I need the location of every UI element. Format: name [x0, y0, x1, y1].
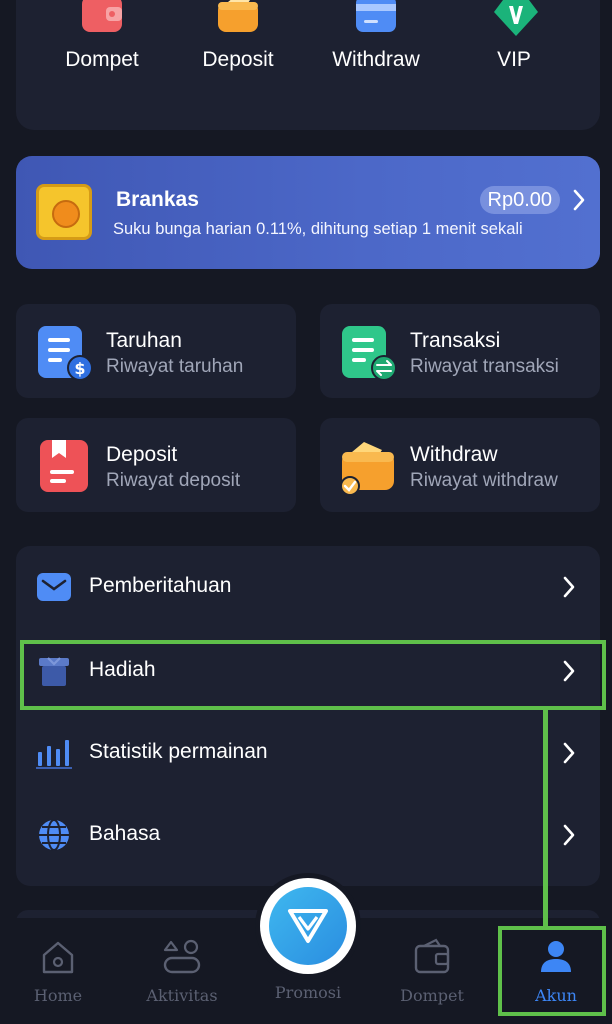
- chevron-right-icon: [563, 576, 575, 598]
- nav-home-label: Home: [33, 986, 83, 1005]
- withdraw-history-icon: [338, 438, 394, 496]
- menu-item-statistik[interactable]: Statistik permainan: [16, 712, 600, 794]
- taruhan-tile[interactable]: $ Taruhan Riwayat taruhan: [16, 304, 296, 398]
- bar-chart-icon: [36, 736, 72, 770]
- quick-withdraw-button[interactable]: Withdraw: [306, 0, 446, 72]
- bahasa-label: Bahasa: [89, 822, 161, 845]
- svg-text:$: $: [74, 359, 85, 378]
- quick-dompet-label: Dompet: [65, 48, 139, 71]
- quick-deposit-label: Deposit: [202, 48, 274, 71]
- taruhan-title: Taruhan: [106, 329, 182, 352]
- chevron-right-icon: [563, 742, 575, 764]
- transaction-history-icon: [342, 324, 397, 381]
- nav-dompet[interactable]: Dompet: [382, 938, 482, 1005]
- transaksi-subtitle: Riwayat transaksi: [410, 356, 559, 377]
- chevron-right-icon: [573, 189, 585, 211]
- nav-aktivitas[interactable]: Aktivitas: [132, 938, 232, 1005]
- nav-aktivitas-label: Aktivitas: [146, 986, 218, 1005]
- quick-deposit-button[interactable]: Deposit: [168, 0, 308, 72]
- vip-shield-icon: [492, 0, 538, 36]
- taruhan-subtitle: Riwayat taruhan: [106, 356, 244, 377]
- deposit-tile[interactable]: Deposit Riwayat deposit: [16, 418, 296, 512]
- nav-dompet-label: Dompet: [400, 986, 464, 1005]
- withdraw-title: Withdraw: [410, 443, 498, 466]
- gift-icon: [36, 654, 72, 688]
- quick-withdraw-label: Withdraw: [332, 48, 420, 71]
- safe-icon: [36, 184, 92, 240]
- activity-icon: [162, 938, 202, 976]
- mail-icon: [36, 570, 72, 604]
- withdraw-subtitle: Riwayat withdraw: [410, 470, 558, 491]
- quick-vip-button[interactable]: VIP: [444, 0, 584, 72]
- transaksi-title: Transaksi: [410, 329, 501, 352]
- menu-item-bahasa[interactable]: Bahasa: [16, 794, 600, 876]
- chevron-right-icon: [563, 824, 575, 846]
- nav-promosi-button[interactable]: [260, 878, 356, 974]
- globe-icon: [36, 818, 72, 852]
- menu-list: Pemberitahuan Hadiah Statistik permainan…: [16, 546, 600, 886]
- quick-vip-label: VIP: [497, 48, 531, 71]
- wallet-icon: [80, 0, 124, 34]
- pemberitahuan-label: Pemberitahuan: [89, 574, 232, 597]
- diamond-icon: [288, 909, 328, 943]
- home-icon: [38, 938, 78, 976]
- quick-dompet-button[interactable]: Dompet: [32, 0, 172, 72]
- brankas-balance: Rp0.00: [479, 186, 560, 214]
- bet-history-icon: $: [38, 324, 93, 381]
- deposit-title: Deposit: [106, 443, 178, 466]
- wallet-icon: [412, 938, 452, 976]
- hadiah-label: Hadiah: [89, 658, 156, 681]
- statistik-label: Statistik permainan: [89, 740, 268, 763]
- deposit-icon: [216, 0, 260, 34]
- deposit-history-icon: [38, 438, 90, 494]
- menu-item-pemberitahuan[interactable]: Pemberitahuan: [16, 546, 600, 628]
- nav-promosi-label: Promosi: [274, 983, 342, 1002]
- user-icon: [536, 938, 576, 976]
- nav-home[interactable]: Home: [8, 938, 108, 1005]
- deposit-subtitle: Riwayat deposit: [106, 470, 241, 491]
- brankas-description: Suku bunga harian 0.11%, dihitung setiap…: [113, 220, 523, 238]
- nav-akun[interactable]: Akun: [506, 938, 606, 1005]
- card-icon: [354, 0, 398, 34]
- transaksi-tile[interactable]: Transaksi Riwayat transaksi: [320, 304, 600, 398]
- brankas-title: Brankas: [116, 188, 199, 211]
- brankas-banner[interactable]: Brankas Rp0.00 Suku bunga harian 0.11%, …: [16, 156, 600, 269]
- chevron-right-icon: [563, 660, 575, 682]
- quick-actions-card: Dompet Deposit Withdraw VIP: [16, 0, 600, 130]
- menu-item-hadiah[interactable]: Hadiah: [16, 630, 600, 712]
- withdraw-tile[interactable]: Withdraw Riwayat withdraw: [320, 418, 600, 512]
- nav-akun-label: Akun: [535, 986, 577, 1005]
